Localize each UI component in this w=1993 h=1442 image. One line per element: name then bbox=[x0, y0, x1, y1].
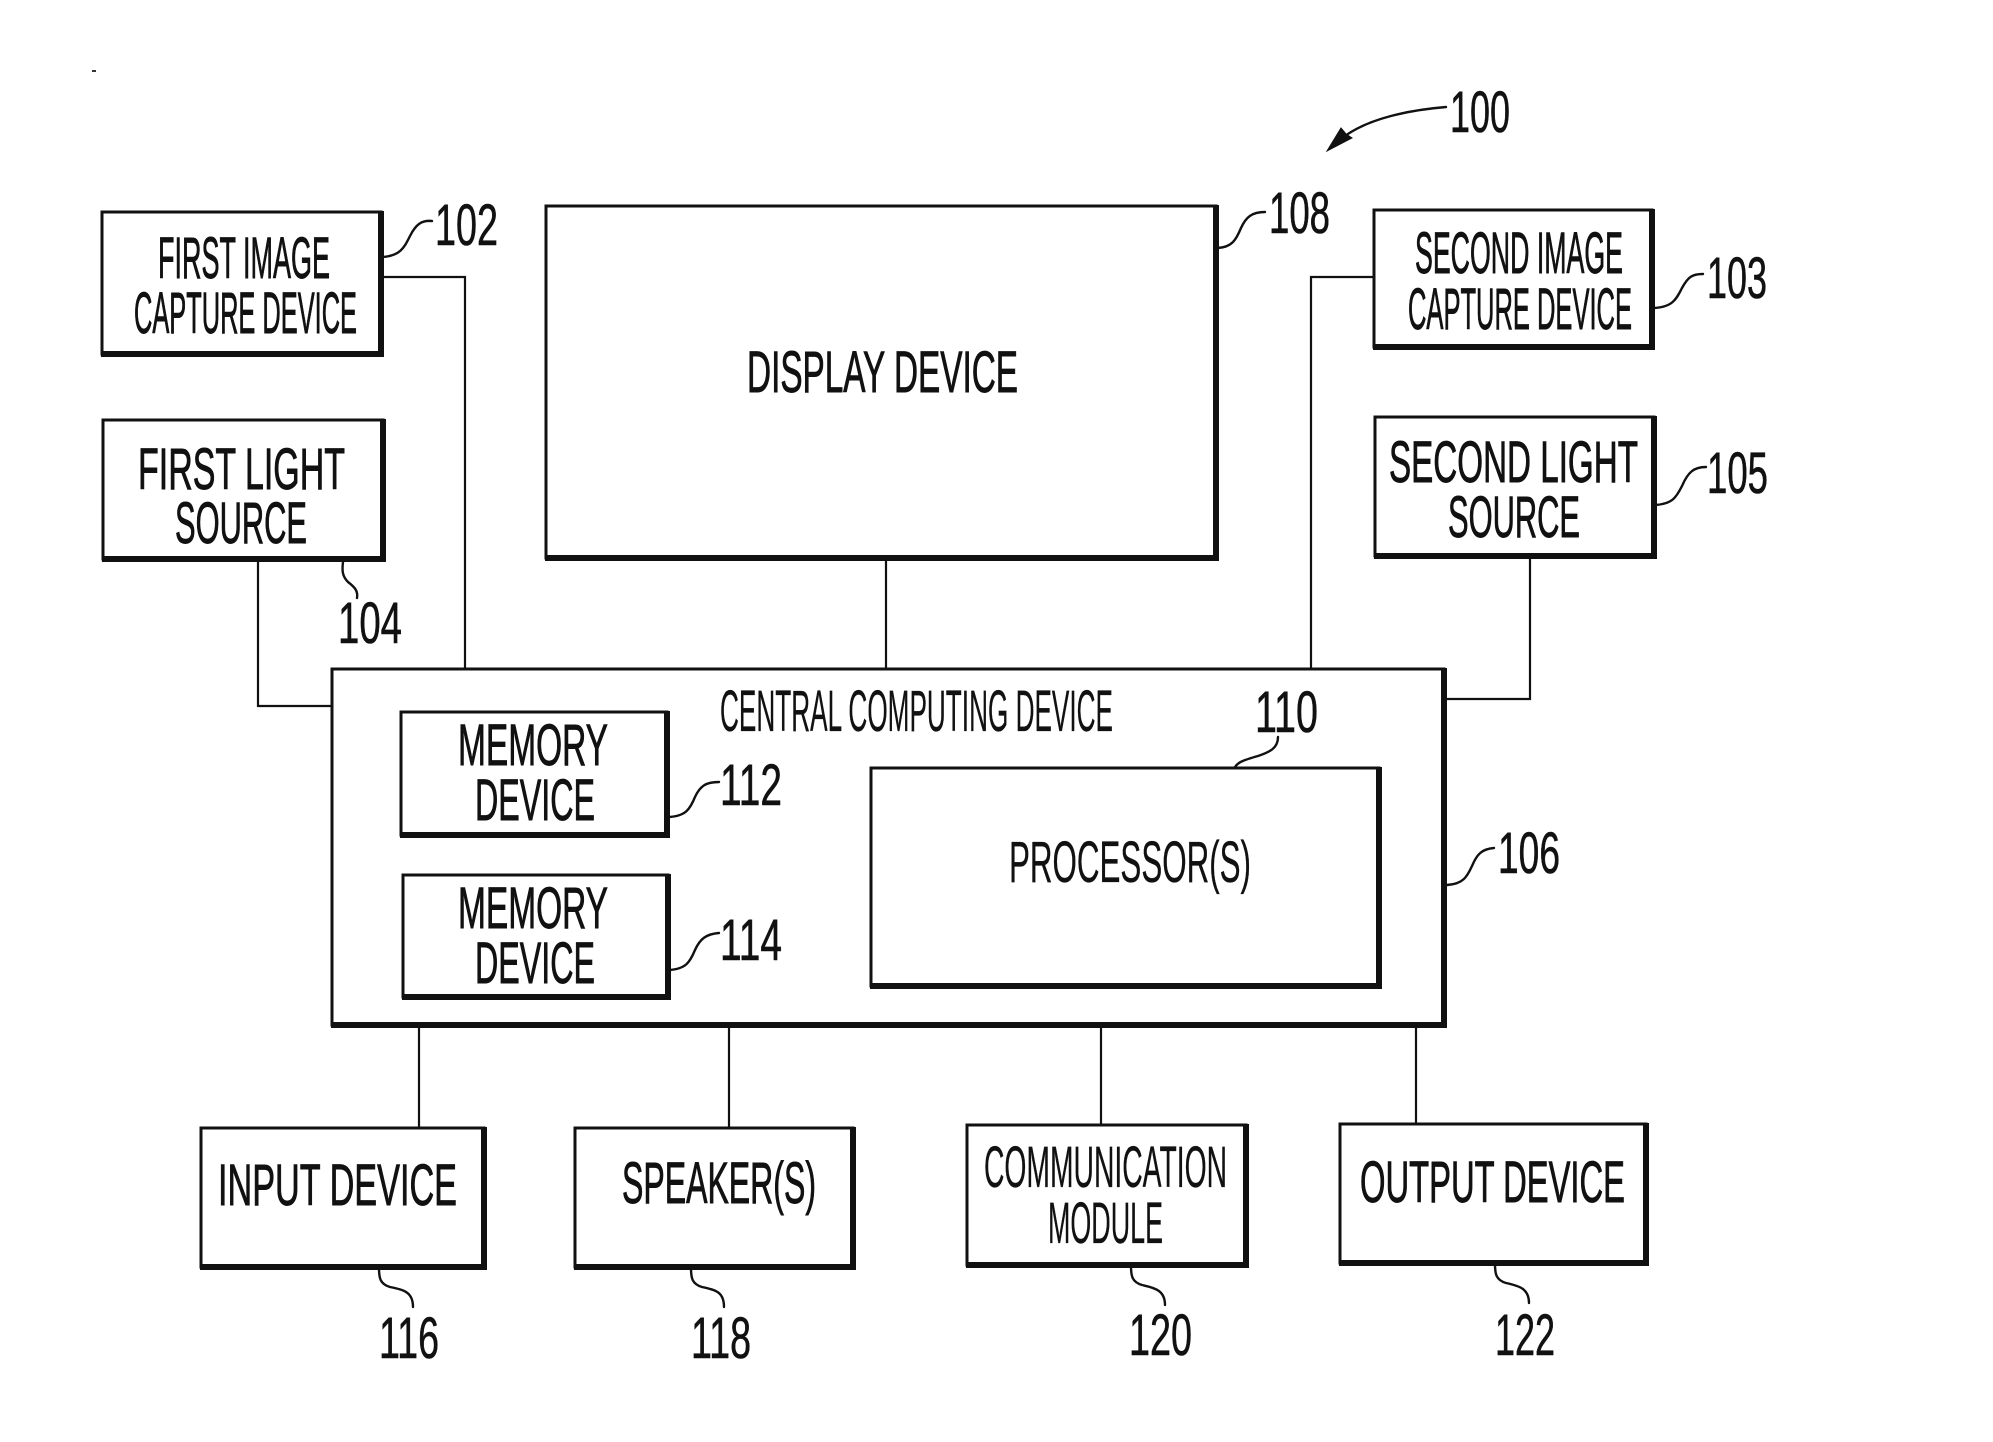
first-image-capture-device-label-line2: CAPTURE DEVICE bbox=[134, 281, 357, 346]
ref-104: 104 bbox=[338, 591, 402, 656]
figure-arrow-line bbox=[1343, 105, 1448, 138]
leader-102 bbox=[380, 219, 434, 259]
output-device-block: OUTPUT DEVICE bbox=[1338, 1122, 1649, 1266]
second-image-capture-device-label-line2: CAPTURE DEVICE bbox=[1408, 277, 1632, 342]
memory-device-2-block: MEMORY DEVICE bbox=[401, 873, 671, 1000]
leader-120 bbox=[1129, 1264, 1167, 1307]
communication-module-block: COMMUNICATION MODULE bbox=[965, 1123, 1249, 1268]
ref-105: 105 bbox=[1707, 441, 1768, 506]
block-diagram: FIRST IMAGE CAPTURE DEVICE FIRST LIGHT S… bbox=[92, 70, 1768, 1371]
processors-block: PROCESSOR(S) bbox=[869, 766, 1382, 989]
ref-122: 122 bbox=[1495, 1303, 1555, 1368]
memory-device-2-label-line2: DEVICE bbox=[475, 931, 595, 996]
leader-118 bbox=[689, 1266, 726, 1309]
input-device-label: INPUT DEVICE bbox=[218, 1153, 457, 1218]
connector-first-light-to-central bbox=[256, 559, 332, 708]
ref-112: 112 bbox=[720, 753, 782, 818]
second-light-source-block: SECOND LIGHT SOURCE bbox=[1373, 415, 1657, 559]
leader-122 bbox=[1493, 1262, 1531, 1305]
display-device-label: DISPLAY DEVICE bbox=[747, 340, 1018, 405]
communication-module-label-line2: MODULE bbox=[1048, 1191, 1163, 1256]
connector-second-image-to-central bbox=[1309, 275, 1374, 669]
speakers-label: SPEAKER(S) bbox=[622, 1151, 816, 1216]
ref-100: 100 bbox=[1450, 80, 1510, 145]
first-image-capture-device-block: FIRST IMAGE CAPTURE DEVICE bbox=[100, 210, 384, 357]
central-computing-device-label: CENTRAL COMPUTING DEVICE bbox=[720, 679, 1113, 744]
leader-106 bbox=[1445, 846, 1496, 887]
leader-108 bbox=[1216, 210, 1267, 250]
ref-116: 116 bbox=[379, 1306, 439, 1371]
ref-118: 118 bbox=[691, 1306, 751, 1371]
ref-108: 108 bbox=[1269, 181, 1330, 246]
connector-second-light-to-central bbox=[1444, 556, 1532, 701]
ref-106: 106 bbox=[1498, 821, 1560, 886]
leader-105 bbox=[1653, 465, 1708, 507]
leader-103 bbox=[1652, 272, 1705, 310]
second-light-source-label-line2: SOURCE bbox=[1448, 485, 1580, 550]
ref-103: 103 bbox=[1707, 246, 1767, 311]
arrowhead-icon bbox=[1325, 127, 1353, 153]
processors-label: PROCESSOR(S) bbox=[1009, 830, 1251, 895]
second-image-capture-device-block: SECOND IMAGE CAPTURE DEVICE bbox=[1372, 208, 1655, 350]
scan-artifact bbox=[92, 70, 96, 72]
ref-110: 110 bbox=[1255, 680, 1318, 745]
output-device-label: OUTPUT DEVICE bbox=[1360, 1150, 1625, 1215]
leader-116 bbox=[377, 1266, 415, 1309]
ref-102: 102 bbox=[435, 193, 498, 258]
first-light-source-label-line2: SOURCE bbox=[175, 491, 307, 556]
figure-arrow bbox=[1325, 105, 1448, 153]
ref-114: 114 bbox=[720, 908, 782, 973]
ref-120: 120 bbox=[1129, 1303, 1192, 1368]
first-light-source-block: FIRST LIGHT SOURCE bbox=[101, 418, 386, 562]
memory-device-1-label-line2: DEVICE bbox=[475, 768, 595, 833]
memory-device-1-block: MEMORY DEVICE bbox=[399, 710, 670, 838]
display-device-block: DISPLAY DEVICE bbox=[544, 204, 1219, 561]
input-device-block: INPUT DEVICE bbox=[199, 1126, 487, 1270]
speakers-block: SPEAKER(S) bbox=[573, 1126, 856, 1270]
